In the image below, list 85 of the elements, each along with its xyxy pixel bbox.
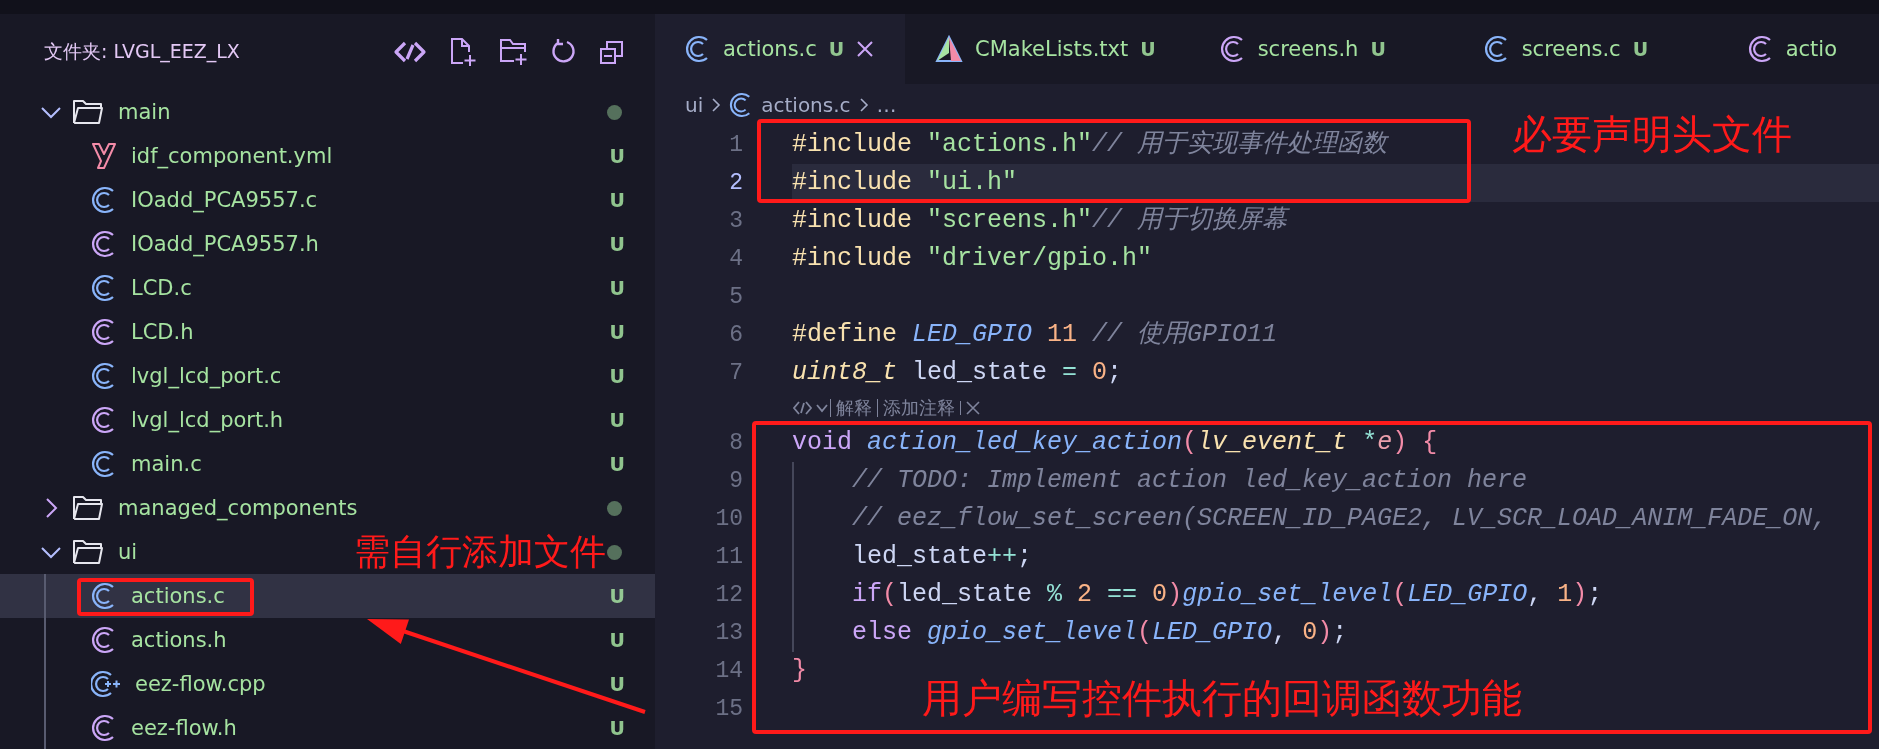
line-number: 14	[714, 658, 743, 684]
new-file-icon[interactable]	[449, 37, 477, 67]
line-number: 8	[728, 430, 743, 456]
git-status: U	[609, 321, 625, 343]
line-number: 10	[714, 506, 743, 532]
editor-tab[interactable]: actions.c U	[655, 14, 905, 84]
file-name[interactable]: IOadd_PCA9557.c	[131, 188, 318, 212]
folder-name[interactable]: main	[118, 100, 171, 124]
line-number: 7	[728, 360, 743, 386]
git-status: U	[609, 453, 625, 475]
line-number: 1	[728, 132, 743, 158]
code-line: if(led_state % 2 == 0)gpio_set_level(LED_GPIO, 1);	[852, 580, 1603, 610]
git-status: U	[609, 365, 625, 387]
line-number: 13	[714, 620, 743, 646]
line-number: 9	[728, 468, 743, 494]
code-line: #include "driver/gpio.h"	[792, 244, 1153, 274]
line-number: 15	[714, 696, 743, 722]
line-number: 5	[728, 284, 743, 310]
editor-tab[interactable]: actio	[1717, 14, 1879, 84]
annotation-text: 必要声明头文件	[1512, 110, 1792, 158]
file-name[interactable]: lvgl_lcd_port.c	[131, 364, 282, 388]
code-line: uint8_t led_state = 0;	[792, 358, 1123, 388]
git-status: U	[609, 277, 625, 299]
breadcrumb-item[interactable]: actions.c	[761, 93, 851, 117]
file-name[interactable]: LCD.h	[131, 320, 194, 344]
git-status: U	[609, 145, 625, 167]
code-lens-link[interactable]: 添加注释	[877, 399, 960, 417]
explorer-title: 文件夹: LVGL_EEZ_LX	[44, 39, 240, 65]
git-status: U	[609, 629, 625, 651]
triangle-icon	[935, 35, 963, 63]
line-number: 11	[714, 544, 743, 570]
y-shape-icon	[91, 142, 117, 170]
git-status: U	[609, 233, 625, 255]
annotation-text: 用户编写控件执行的回调函数功能	[922, 674, 1522, 722]
code-line: led_state++;	[852, 542, 1033, 572]
line-number: 2	[728, 170, 743, 196]
file-name[interactable]: LCD.c	[131, 276, 192, 300]
collapse-icon[interactable]	[599, 39, 625, 65]
git-status: U	[609, 585, 625, 607]
folder-icon	[72, 99, 104, 125]
code-line: #include "actions.h"// 用于实现事件处理函数	[792, 130, 1388, 160]
line-number: 12	[714, 582, 743, 608]
refresh-icon[interactable]	[551, 38, 577, 66]
folder-name[interactable]: managed_components	[118, 496, 358, 520]
git-status: U	[609, 409, 625, 431]
folder-icon	[72, 495, 104, 521]
code-lens-icon[interactable]	[792, 399, 830, 417]
git-status: U	[609, 673, 625, 695]
code-line: #include "ui.h"	[792, 168, 1018, 198]
code-line: #include "screens.h"// 用于切换屏幕	[792, 206, 1288, 236]
breadcrumb-item[interactable]: …	[876, 93, 897, 117]
close-icon[interactable]	[960, 401, 980, 415]
file-name[interactable]: actions.h	[131, 628, 227, 652]
file-name[interactable]: eez-flow.cpp	[135, 672, 266, 696]
close-icon[interactable]	[856, 40, 875, 58]
folder-name[interactable]: ui	[118, 540, 138, 564]
annotation-text: 需自行添加文件	[354, 532, 606, 572]
code-line: // TODO: Implement action led_key_action here	[852, 466, 1528, 496]
code-line: // eez_flow_set_screen(SCREEN_ID_PAGE2, LV_SCR_LOAD_ANIM_FADE_ON,	[852, 504, 1828, 534]
git-status: U	[609, 717, 625, 739]
file-name: actions.c	[131, 584, 225, 608]
chevron-icon	[858, 97, 869, 113]
chevron-icon	[711, 97, 722, 113]
file-name[interactable]: lvgl_lcd_port.h	[131, 408, 284, 432]
tree-item[interactable]: actions.c U	[0, 574, 655, 618]
line-number: 4	[728, 246, 743, 272]
code-lens-link[interactable]: 解释	[830, 399, 877, 417]
file-name[interactable]: main.c	[131, 452, 202, 476]
breadcrumb-item[interactable]: ui	[685, 93, 704, 117]
line-number: 6	[728, 322, 743, 348]
editor-tab[interactable]: screens.c U	[1453, 14, 1718, 84]
code-line: }	[792, 656, 807, 686]
code-line: else gpio_set_level(LED_GPIO, 0);	[852, 618, 1348, 648]
editor-tab[interactable]: screens.h U	[1189, 14, 1454, 84]
git-status: U	[609, 189, 625, 211]
code-line: #define LED_GPIO 11 // 使用GPIO11	[792, 320, 1278, 350]
code-line: void action_led_key_action(lv_event_t *e) {	[792, 428, 1438, 458]
folder-icon	[72, 539, 104, 565]
file-name[interactable]: idf_component.yml	[131, 144, 333, 168]
new-folder-icon[interactable]	[499, 37, 529, 67]
file-name[interactable]: IOadd_PCA9557.h	[131, 232, 319, 256]
editor-tab[interactable]: CMakeLists.txt U	[905, 14, 1190, 84]
c-plus-icon	[91, 670, 121, 698]
file-name[interactable]: eez-flow.h	[131, 716, 237, 740]
line-number: 3	[728, 208, 743, 234]
